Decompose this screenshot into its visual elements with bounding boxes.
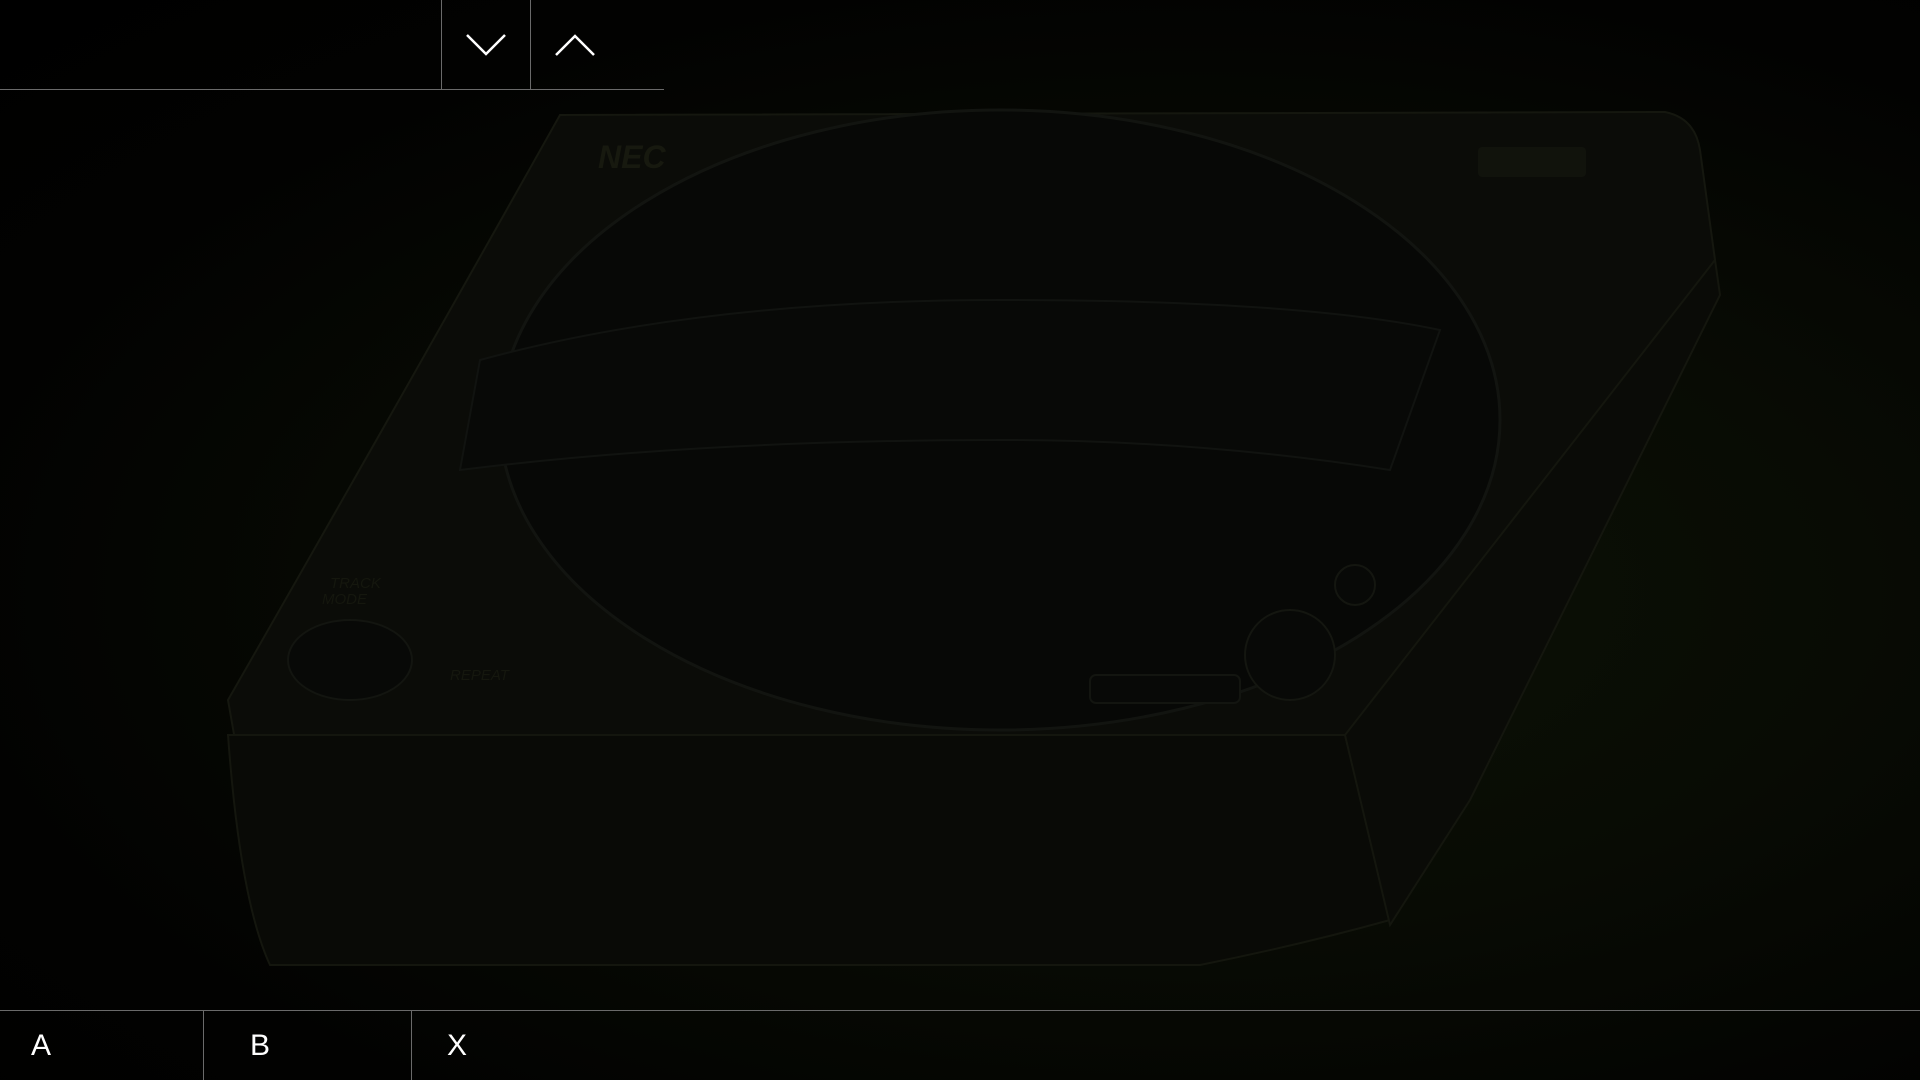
scroll-up-button[interactable]	[530, 0, 619, 89]
chevron-down-icon	[466, 33, 506, 56]
screen: NEC TRACK MODE REPEAT A B X	[0, 0, 1920, 1080]
repeat-label: REPEAT	[450, 667, 511, 684]
svg-text:MODE: MODE	[322, 591, 368, 608]
b-button-label: B	[250, 1029, 271, 1062]
nec-logo-text: NEC	[598, 139, 666, 175]
scroll-down-button[interactable]	[441, 0, 530, 89]
chevron-up-icon	[555, 33, 595, 56]
a-button-label: A	[31, 1029, 52, 1062]
b-button[interactable]: B	[203, 1011, 411, 1080]
a-button[interactable]: A	[0, 1011, 203, 1080]
svg-text:TRACK: TRACK	[330, 575, 382, 592]
bottom-key-bar: A B X	[0, 1010, 1920, 1080]
x-button[interactable]: X	[411, 1011, 611, 1080]
console-cd-player-image: NEC TRACK MODE REPEAT	[226, 108, 1722, 966]
top-nav-bar	[0, 0, 664, 90]
x-button-label: X	[447, 1029, 468, 1062]
